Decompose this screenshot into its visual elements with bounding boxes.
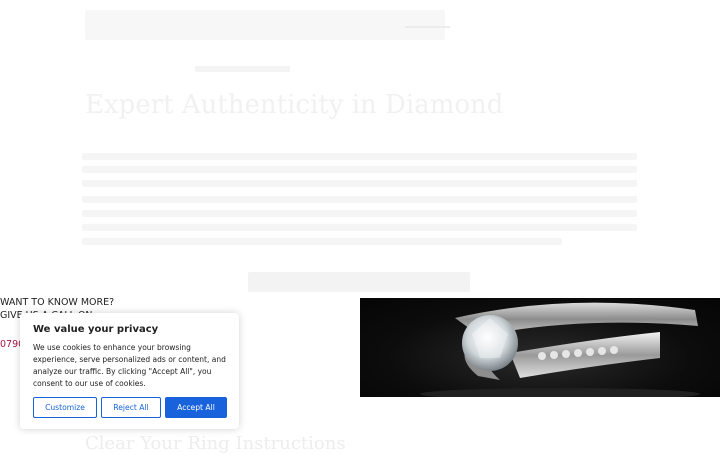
diamond-ring-image — [360, 298, 720, 397]
hero-subtext — [195, 66, 290, 72]
hero-paragraph-line — [82, 210, 637, 217]
cookie-title: We value your privacy — [33, 324, 159, 335]
hero-paragraph-line — [82, 238, 562, 245]
hero-heading: Expert Authenticity in Diamond — [85, 90, 504, 120]
hero-paragraph-line — [82, 196, 637, 203]
hero-paragraph-line — [82, 153, 637, 160]
hero-section: Expert Authenticity in Diamond — [0, 0, 720, 295]
hero-paragraph-line — [82, 180, 637, 187]
site-header-banner — [85, 10, 445, 40]
cookie-consent-dialog: We value your privacy We use cookies to … — [20, 313, 239, 429]
reject-all-button[interactable]: Reject All — [101, 397, 161, 418]
hero-cta-button[interactable] — [248, 272, 470, 292]
accept-all-button[interactable]: Accept All — [165, 397, 227, 418]
hero-paragraph-line — [82, 224, 637, 231]
cookie-description: We use cookies to enhance your browsing … — [33, 343, 226, 388]
hero-paragraph-line — [82, 166, 637, 173]
header-underline — [405, 26, 450, 28]
want-more-text: WANT TO KNOW MORE? — [0, 297, 115, 308]
section-heading: Clear Your Ring Instructions — [85, 433, 346, 454]
customize-button[interactable]: Customize — [33, 397, 97, 418]
